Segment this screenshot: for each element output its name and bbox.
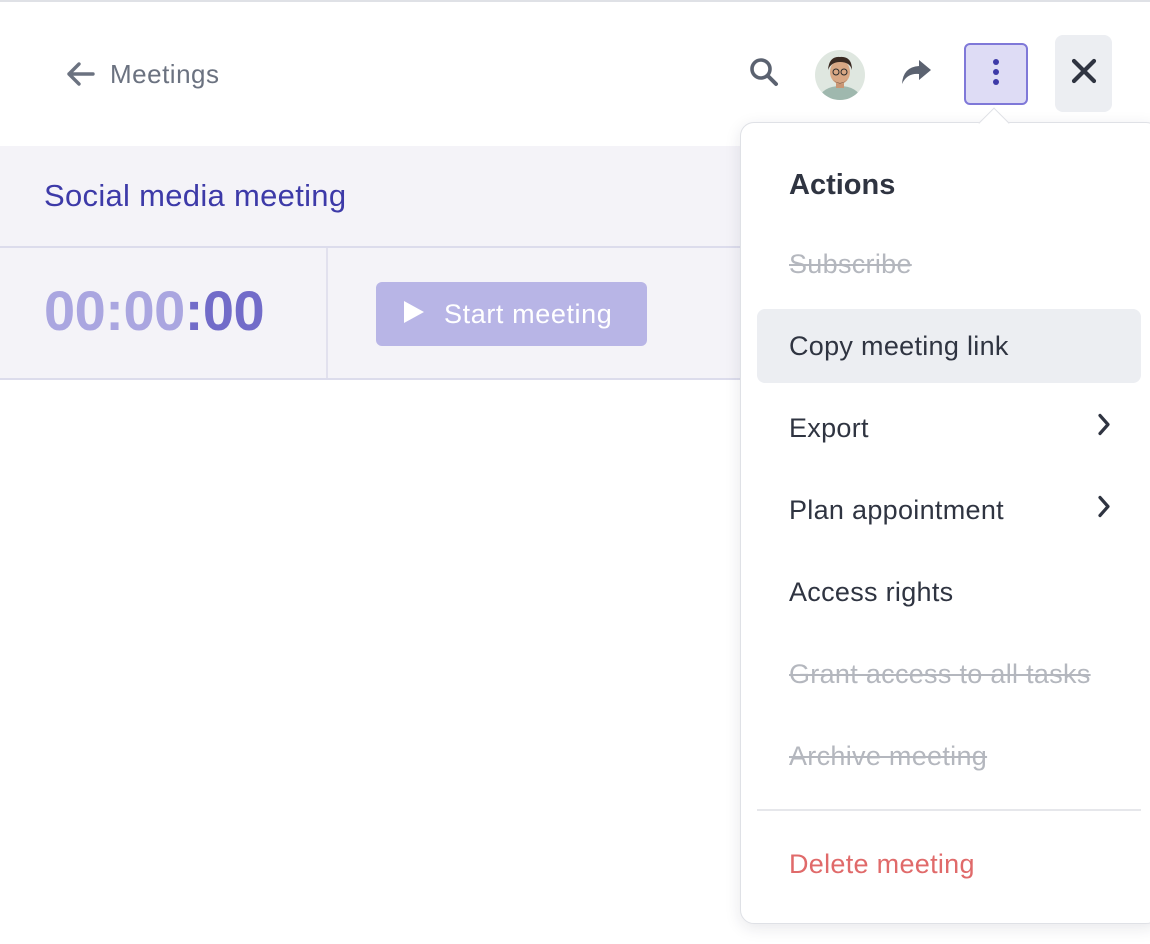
- more-vertical-icon: [992, 58, 1000, 91]
- share-forward-icon: [899, 58, 933, 91]
- menu-item-label: Access rights: [789, 576, 954, 607]
- start-meeting-label: Start meeting: [444, 298, 613, 329]
- close-button[interactable]: [1055, 35, 1112, 112]
- more-actions-button[interactable]: [964, 43, 1028, 105]
- menu-item-label: Delete meeting: [789, 848, 975, 879]
- menu-item-plan-appointment[interactable]: Plan appointment: [757, 473, 1141, 547]
- search-button[interactable]: [740, 50, 788, 98]
- menu-item-delete-meeting[interactable]: Delete meeting: [757, 827, 1141, 901]
- menu-item-subscribe: Subscribe: [757, 227, 1141, 301]
- meeting-title-bar: Social media meeting: [0, 146, 740, 248]
- menu-item-label: Plan appointment: [789, 494, 1004, 525]
- avatar-image: [815, 50, 865, 100]
- arrow-left-icon: [66, 61, 96, 87]
- search-icon: [748, 56, 780, 93]
- menu-item-label: Subscribe: [789, 248, 912, 279]
- close-icon: [1071, 58, 1097, 89]
- menu-item-archive-meeting: Archive meeting: [757, 719, 1141, 793]
- meeting-title[interactable]: Social media meeting: [44, 178, 346, 214]
- menu-item-label: Export: [789, 412, 869, 443]
- top-divider: [0, 0, 1150, 2]
- play-icon: [402, 299, 426, 330]
- meeting-timer-bar: 00:00:00 Start meeting: [0, 248, 740, 380]
- meeting-timer: 00:00:00: [44, 278, 265, 343]
- back-link-label: Meetings: [110, 58, 220, 89]
- menu-item-label: Copy meeting link: [789, 330, 1009, 361]
- menu-item-label: Grant access to all tasks: [789, 658, 1091, 689]
- share-button[interactable]: [892, 50, 940, 98]
- chevron-right-icon: [1097, 413, 1111, 444]
- actions-menu: Actions Subscribe Copy meeting link Expo…: [740, 122, 1150, 924]
- back-to-meetings-link[interactable]: Meetings: [66, 56, 220, 92]
- menu-item-copy-meeting-link[interactable]: Copy meeting link: [757, 309, 1141, 383]
- actions-menu-heading: Actions: [789, 169, 896, 201]
- menu-item-export[interactable]: Export: [757, 391, 1141, 465]
- timer-hours-minutes: 00:00: [44, 279, 185, 342]
- start-meeting-button[interactable]: Start meeting: [376, 282, 647, 346]
- menu-item-access-rights[interactable]: Access rights: [757, 555, 1141, 629]
- timer-divider: [326, 248, 328, 378]
- avatar[interactable]: [815, 50, 865, 100]
- timer-seconds: :00: [184, 279, 265, 342]
- menu-separator: [757, 809, 1141, 811]
- menu-item-grant-access-all-tasks: Grant access to all tasks: [757, 637, 1141, 711]
- menu-item-label: Archive meeting: [789, 740, 988, 771]
- chevron-right-icon: [1097, 495, 1111, 526]
